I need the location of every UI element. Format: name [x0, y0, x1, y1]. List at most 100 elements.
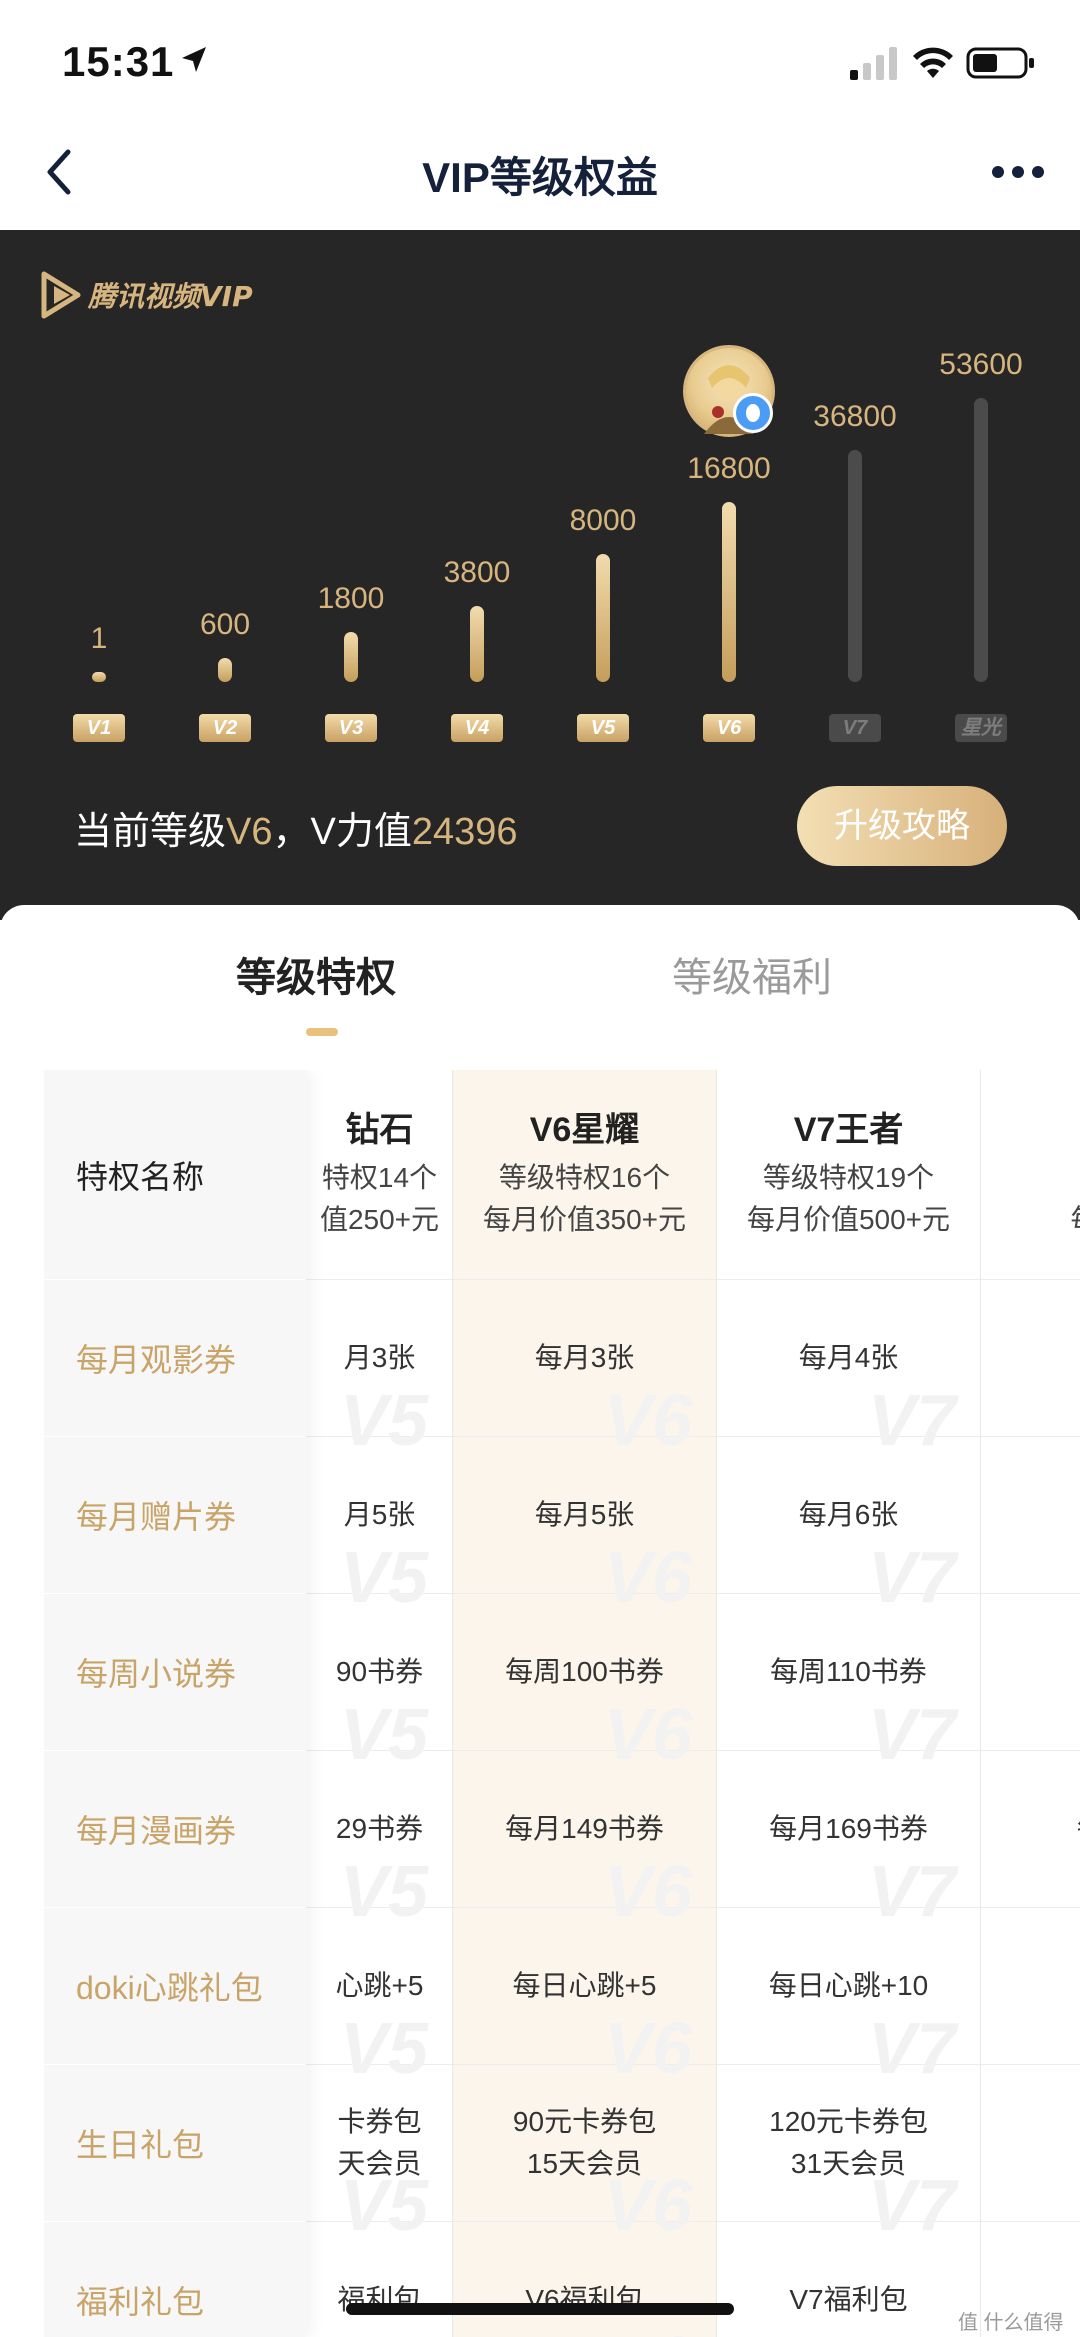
level-bar	[848, 450, 862, 682]
tab-level-privileges[interactable]: 等级特权	[236, 945, 396, 1003]
level-column-header: V7王者等级特权19个 每月价值500+元	[717, 1070, 980, 1280]
level-watermark: V5	[339, 1695, 428, 1775]
privilege-name: doki心跳礼包	[44, 1908, 306, 2065]
level-badge: V5	[577, 714, 629, 742]
level-badge: 星光	[955, 714, 1007, 742]
privilege-name: 每周小说券	[44, 1594, 306, 1751]
privilege-value-cell: 每周100书券 V6	[453, 1594, 716, 1771]
level-watermark: V7	[867, 1852, 956, 1932]
level-privilege-count: 等级特权19个	[762, 1161, 935, 1193]
level-threshold: 3800	[443, 556, 511, 589]
privilege-value-cell: 每月6张 V7	[717, 1437, 980, 1614]
level-watermark: V7	[867, 1538, 956, 1618]
level-watermark: V7	[867, 2009, 956, 2089]
level-watermark: V6	[603, 1695, 692, 1775]
privilege-value: 90书券	[335, 1656, 424, 1687]
level-column-header: 星等级每月价	[981, 1070, 1080, 1280]
privilege-value: 每周100书券	[505, 1656, 664, 1687]
privilege-value: 每周110书券	[770, 1656, 927, 1687]
level-column: V7王者 等级特权19个 每月价值500+元 每月4张 V7 每月6张 V7 每周110书券 V…	[716, 1070, 980, 2337]
privilege-value: 每月5张	[534, 1499, 635, 1530]
tencent-video-vip-logo: 腾讯视频VIP	[41, 271, 253, 319]
level-watermark: V5	[339, 2009, 428, 2089]
qq-badge-icon	[733, 393, 773, 433]
level-monthly-value: 每月价值350+元	[482, 1203, 687, 1235]
level-column-header: V6星耀等级特权16个 每月价值350+元	[453, 1070, 716, 1280]
v-value: 24396	[411, 811, 518, 853]
privilege-name: 生日礼包	[44, 2065, 306, 2222]
upgrade-guide-button[interactable]: 升级攻略	[797, 786, 1007, 866]
privilege-name: 福利礼包	[44, 2222, 306, 2337]
level-badge: V2	[199, 714, 251, 742]
page-title: VIP等级权益	[422, 154, 658, 201]
privilege-table[interactable]: 钻石 特权14个 值250+元 月3张 V5 月5张 V5 90书券 V5 29书券 V5 心跳+5 V…	[44, 1070, 1080, 2337]
location-arrow-icon	[182, 47, 206, 72]
privilege-value-cell: 每月149书券 V6	[453, 1751, 716, 1928]
privilege-value-cell: 90元卡券包 15天会员 V6	[453, 2065, 716, 2242]
privilege-value: 每日心跳+5	[512, 1970, 657, 2001]
privilege-value-cell: 每周110书券 V7	[717, 1594, 980, 1771]
privilege-value-cell: V7福利包V7	[717, 2222, 980, 2337]
privilege-value-cell: 170 31	[981, 2065, 1080, 2222]
level-bar	[596, 554, 610, 682]
level-watermark: V5	[339, 1852, 428, 1932]
privilege-value: 月5张	[343, 1499, 416, 1530]
level-bar	[344, 632, 358, 682]
level-column: 星等级每月价每每周每月1每日170 31V8	[980, 1070, 1080, 2337]
privilege-value: 每月6张	[798, 1499, 899, 1530]
level-badge: V6	[703, 714, 755, 742]
v-value-label: ，V力值	[272, 811, 412, 853]
level-badge: V4	[451, 714, 503, 742]
privilege-value: 每月169书券	[769, 1813, 928, 1844]
privilege-value: 每月149书券	[505, 1813, 664, 1844]
level-badge: V1	[73, 714, 125, 742]
cellular-signal-icon	[850, 47, 897, 80]
tab-level-benefits[interactable]: 等级福利	[672, 945, 832, 1003]
tab-indicator	[306, 1028, 338, 1036]
level-badge: V7	[829, 714, 881, 742]
privilege-value-cell: 每月169书券 V7	[717, 1751, 980, 1928]
privilege-value: 月3张	[343, 1342, 416, 1373]
privilege-value: 每月4张	[798, 1342, 899, 1373]
level-threshold: 16800	[687, 452, 771, 485]
privilege-value-cell: 每日	[981, 1908, 1080, 2065]
privilege-value-cell	[981, 1280, 1080, 1437]
privilege-value-cell: 每日心跳+10 V7	[717, 1908, 980, 2085]
level-bar	[974, 398, 988, 682]
level-monthly-value: 每月价值500+元	[746, 1203, 951, 1235]
level-bar	[722, 502, 736, 682]
level-watermark: V7	[867, 1695, 956, 1775]
level-threshold: 53600	[939, 348, 1023, 381]
privilege-value-cell: 120元卡券包 31天会员 V7	[717, 2065, 980, 2242]
level-watermark: V5	[339, 1381, 428, 1461]
current-level-text: 当前等级V6，V力值24396	[74, 800, 518, 855]
level-threshold: 1800	[317, 582, 385, 615]
current-level-prefix: 当前等级	[74, 811, 227, 853]
wifi-icon	[913, 47, 953, 78]
privilege-value-cell: 每	[981, 1437, 1080, 1594]
privilege-value: 每日心跳+10	[768, 1970, 929, 2001]
status-time: 15:31	[62, 38, 175, 85]
svg-text:腾讯视频VIP: 腾讯视频VIP	[87, 280, 253, 313]
privilege-value-cell: 每月1	[981, 1751, 1080, 1908]
level-threshold: 8000	[569, 504, 637, 537]
level-privilege-count: 等级特权16个	[498, 1161, 671, 1193]
level-watermark: V6	[603, 2009, 692, 2089]
level-threshold: 36800	[813, 400, 897, 433]
level-watermark: V7	[867, 1381, 956, 1461]
level-bar	[218, 658, 232, 682]
level-bar	[92, 672, 106, 682]
level-threshold: 600	[199, 608, 251, 641]
status-bar: 15:31	[0, 0, 1080, 125]
privilege-value: 29书券	[335, 1813, 424, 1844]
privilege-name: 每月漫画券	[44, 1751, 306, 1908]
level-title: V6星耀	[529, 1110, 640, 1149]
level-bar	[470, 606, 484, 682]
home-indicator[interactable]	[346, 2303, 734, 2315]
level-title: V7王者	[793, 1110, 904, 1149]
more-icon[interactable]	[990, 160, 1046, 184]
page: 15:31 VIP等级权益 腾讯视频VIP 1 V1 600 V2 1800 V3	[0, 0, 1080, 2337]
level-watermark: V6	[603, 2166, 692, 2246]
site-watermark: 值 什么值得买	[958, 2312, 1064, 2334]
level-badge: V3	[325, 714, 377, 742]
